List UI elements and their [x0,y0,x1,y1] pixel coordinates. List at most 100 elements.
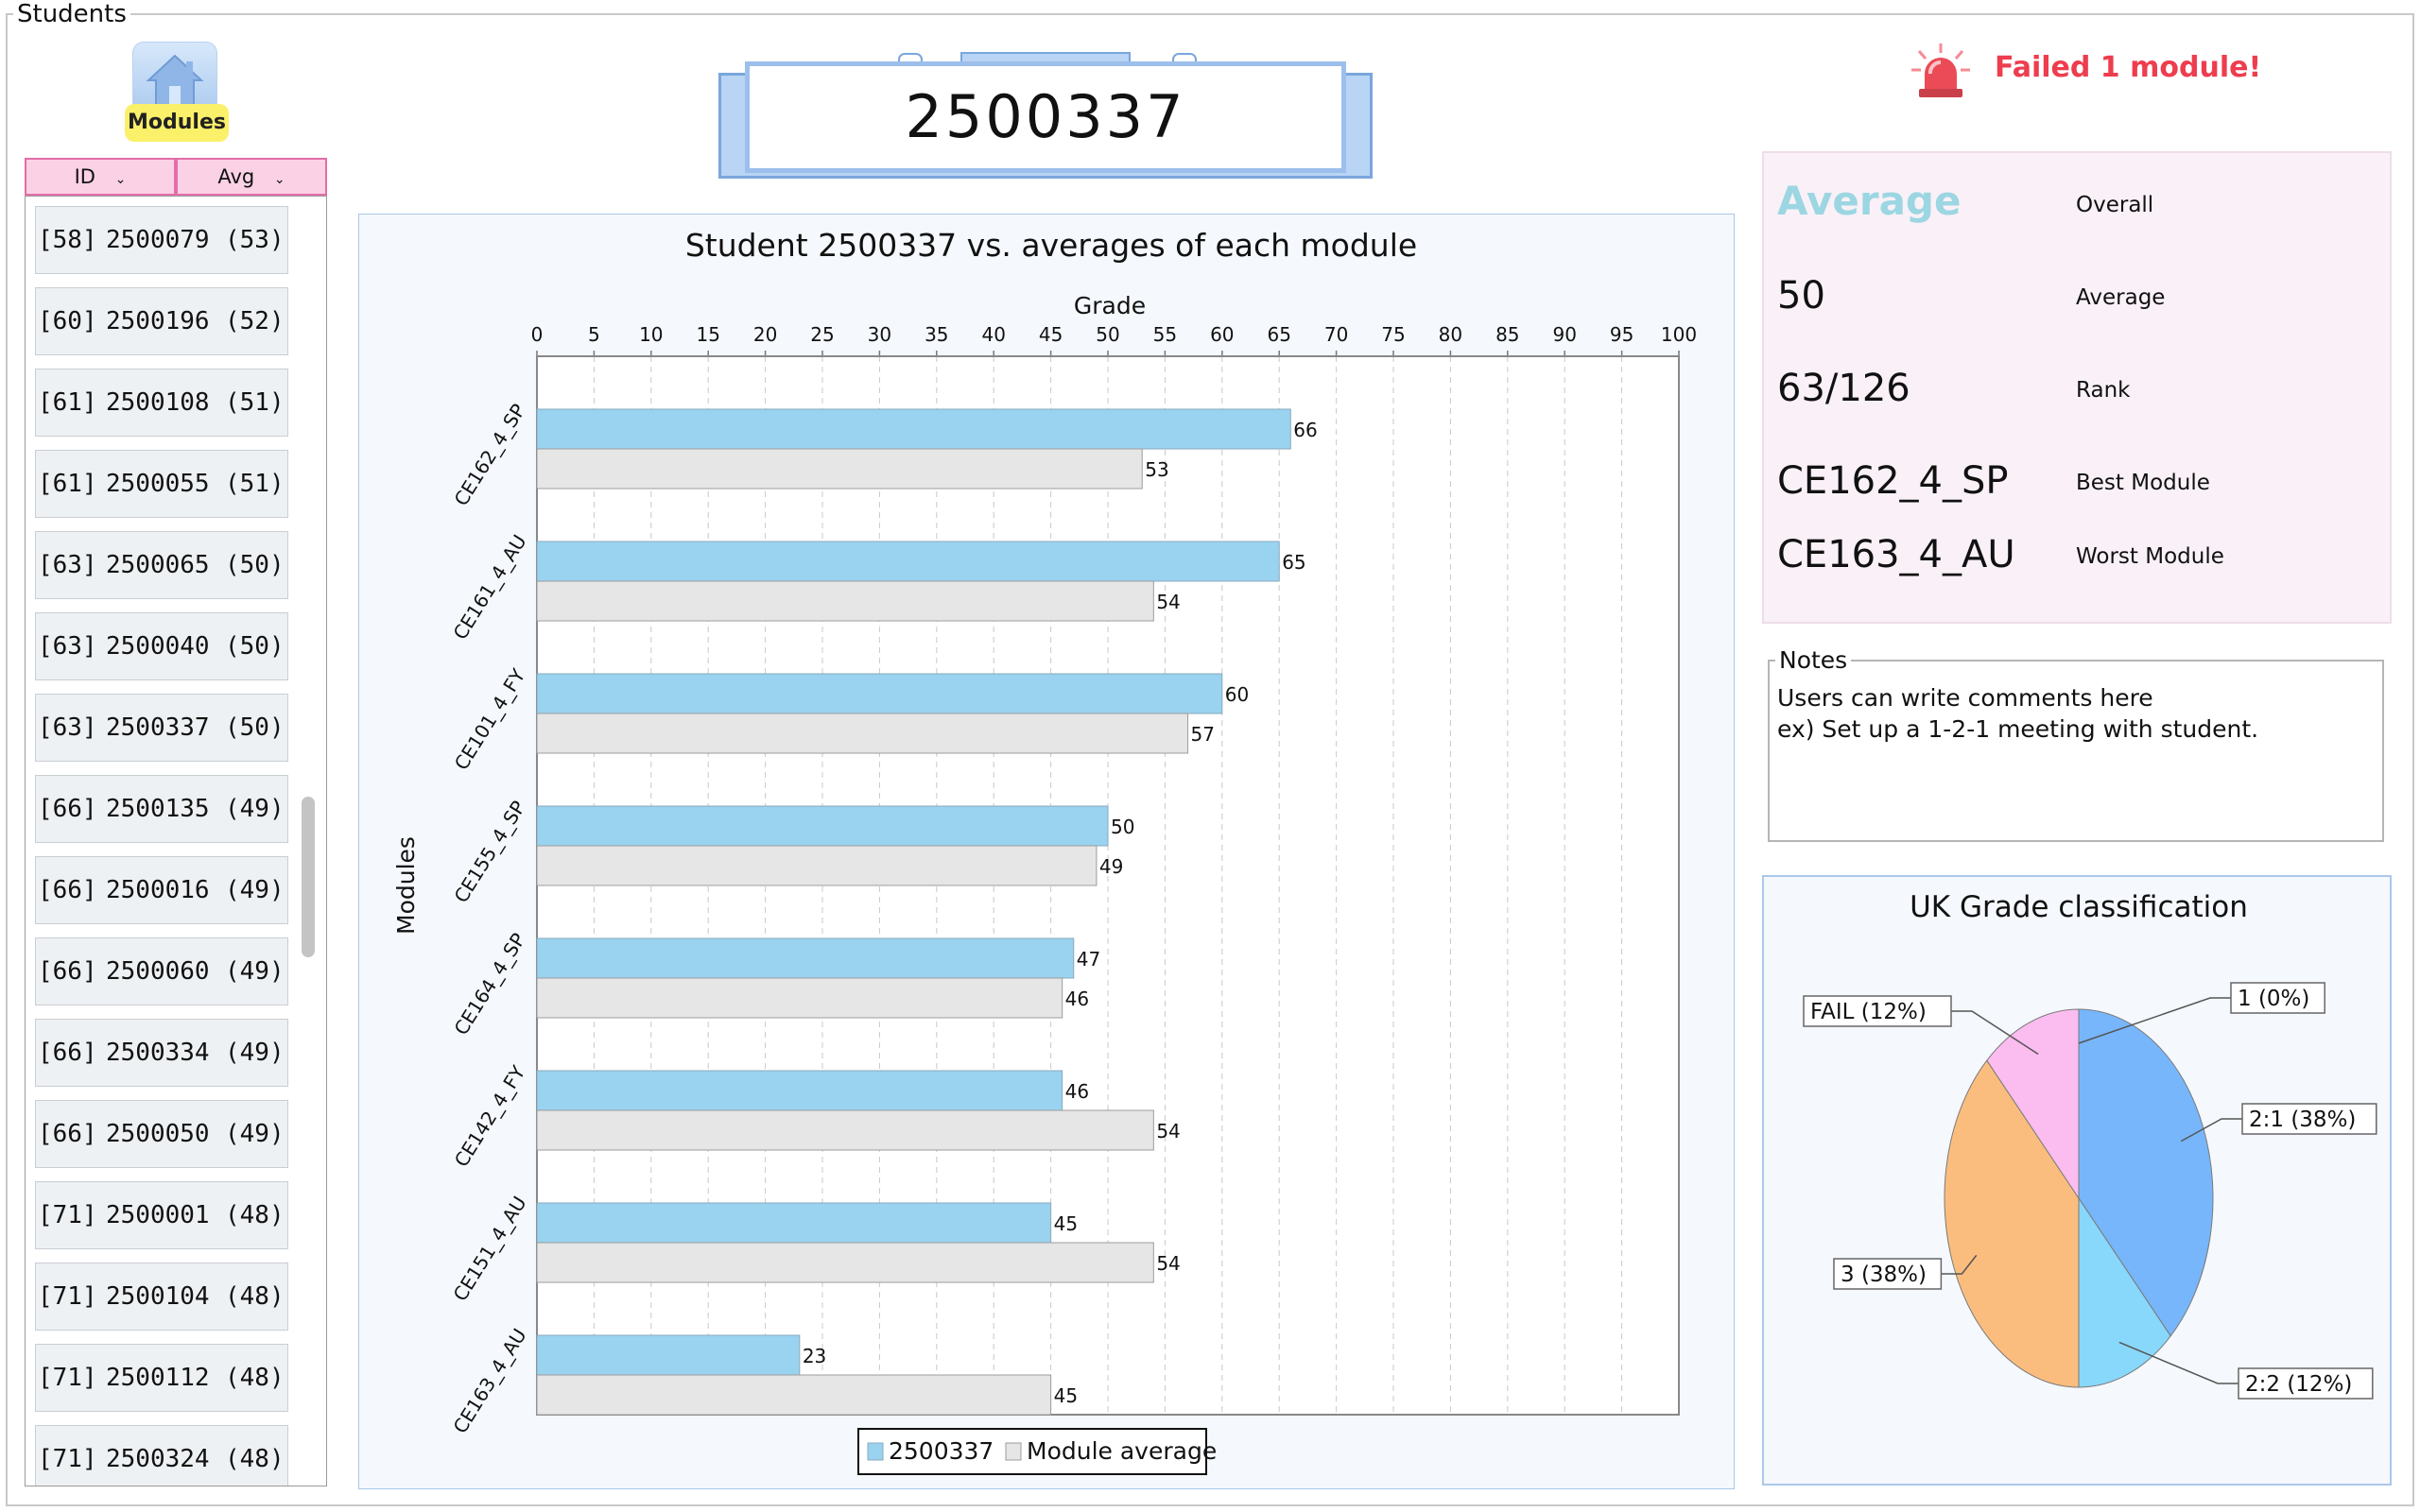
student-id: 2500079 [106,226,210,254]
students-frame-title: Students [13,0,130,28]
y-tick-label: CE164_4_SP [449,929,529,1039]
student-list-item[interactable]: [58] 2500079 (53) [35,206,288,274]
x-tick-label: 90 [1552,323,1576,346]
student-list-item[interactable]: [61] 2500108 (51) [35,369,288,437]
pie-label: 2:1 (38%) [2249,1108,2356,1132]
student-rank: [61] [38,388,97,417]
student-id: 2500104 [106,1282,210,1311]
worst-module-label: Worst Module [2076,544,2224,569]
bar-module-average-value: 46 [1065,988,1089,1010]
x-tick-label: 50 [1096,323,1119,346]
student-list-item[interactable]: [71] 2500324 (48) [35,1425,288,1486]
student-average: (49) [225,957,285,986]
pie-label: 3 (38%) [1841,1263,1927,1287]
bar-student [536,1070,1063,1111]
stats-header-value: Average [1777,178,1962,224]
student-average: (50) [225,551,285,579]
list-scrollbar[interactable] [302,797,315,957]
student-list: [58] 2500079 (53) [60] 2500196 (52) [61] 250010… [25,196,327,1486]
sort-by-id-label: ID [74,165,95,188]
y-tick-label: CE151_4_AU [449,1193,531,1305]
student-list-item[interactable]: [63] 2500040 (50) [35,612,288,680]
student-list-item[interactable]: [66] 2500016 (49) [35,856,288,924]
student-rank: [63] [38,713,97,742]
student-rank: [63] [38,551,97,579]
student-list-item[interactable]: [66] 2500060 (49) [35,937,288,1005]
student-rank: [61] [38,470,97,498]
notes-textarea[interactable]: Users can write comments here ex) Set up… [1777,682,2373,745]
pie-label: 2:2 (12%) [2245,1372,2352,1397]
x-tick-label: 30 [868,323,891,346]
bar-module-average [536,1374,1052,1416]
student-id: 2500050 [106,1120,210,1148]
x-tick-label: 20 [753,323,777,346]
bar-module-average-value: 49 [1099,855,1123,878]
student-average: (49) [225,795,285,823]
notes-legend: Notes [1775,647,1852,674]
x-tick-label: 10 [639,323,663,346]
bar-student [536,408,1291,450]
bar-student [536,1202,1052,1244]
student-list-item[interactable]: [71] 2500112 (48) [35,1344,288,1412]
bar-student-value: 46 [1065,1080,1089,1103]
bar-module-average [536,448,1143,490]
y-tick-label: CE101_4_FY [450,664,530,774]
student-list-item[interactable]: [71] 2500001 (48) [35,1181,288,1249]
student-id: 2500324 [106,1445,210,1473]
notes-box: Users can write comments here ex) Set up… [1768,660,2384,842]
student-id: 2500135 [106,795,210,823]
student-id: 2500040 [106,632,210,661]
bar-module-average [536,1109,1154,1151]
bar-module-average-value: 57 [1191,723,1215,746]
student-rank: [63] [38,632,97,661]
modules-button-label: Modules [125,104,229,142]
x-tick-label: 80 [1439,323,1462,346]
bar-student [536,541,1280,582]
failed-alert-text: Failed 1 module! [1995,51,2262,84]
student-list-item[interactable]: [61] 2500055 (51) [35,450,288,518]
student-list-item[interactable]: [63] 2500065 (50) [35,531,288,599]
bar-module-average [536,713,1189,754]
student-list-item[interactable]: [60] 2500196 (52) [35,287,288,355]
bar-student-value: 50 [1111,816,1134,838]
bar-student [536,673,1223,714]
x-tick-label: 55 [1153,323,1177,346]
student-list-item[interactable]: [66] 2500050 (49) [35,1100,288,1168]
student-rank: [60] [38,307,97,335]
pie-title: UK Grade classification [1910,890,2248,924]
bar-module-average [536,977,1063,1019]
student-list-item[interactable]: [66] 2500135 (49) [35,775,288,843]
average-value: 50 [1777,274,1825,318]
student-average: (53) [225,226,285,254]
student-id-banner: 2500337 [718,52,1373,184]
student-rank: [66] [38,1120,97,1148]
x-tick-label: 5 [588,323,600,346]
grade-classification-pie-svg: UK Grade classification 1 (0%) 2:1 (38%) 2:… [1803,890,2377,1400]
sort-by-avg-button[interactable]: Avg ⌄ [176,158,327,196]
student-average: (48) [225,1445,285,1473]
bar-student [536,937,1075,979]
modules-button[interactable]: Modules [125,42,229,144]
sort-header: ID ⌄ Avg ⌄ [25,158,327,196]
bar-module-average [536,580,1154,622]
student-rank: [66] [38,795,97,823]
x-tick-label: 45 [1039,323,1063,346]
x-tick-label: 100 [1661,323,1697,346]
sort-by-id-button[interactable]: ID ⌄ [25,158,176,196]
student-list-item[interactable]: [63] 2500337 (50) [35,694,288,762]
bar-student-value: 45 [1054,1212,1078,1235]
pie-label: FAIL (12%) [1810,1000,1927,1024]
student-average: (51) [225,388,285,417]
student-id: 2500060 [106,957,210,986]
student-list-item[interactable]: [71] 2500104 (48) [35,1263,288,1331]
student-average: (50) [225,632,285,661]
bar-student [536,1334,801,1376]
student-average: (50) [225,713,285,742]
y-tick-label: CE162_4_SP [449,400,529,509]
rank-value: 63/126 [1777,367,1910,410]
grade-bar-chart: Student 2500337 vs. averages of each mod… [358,214,1735,1489]
student-list-item[interactable]: [66] 2500334 (49) [35,1019,288,1087]
alarm-siren-icon [1911,43,1970,97]
x-tick-label: 35 [925,323,948,346]
chevron-down-icon: ⌄ [114,172,127,187]
